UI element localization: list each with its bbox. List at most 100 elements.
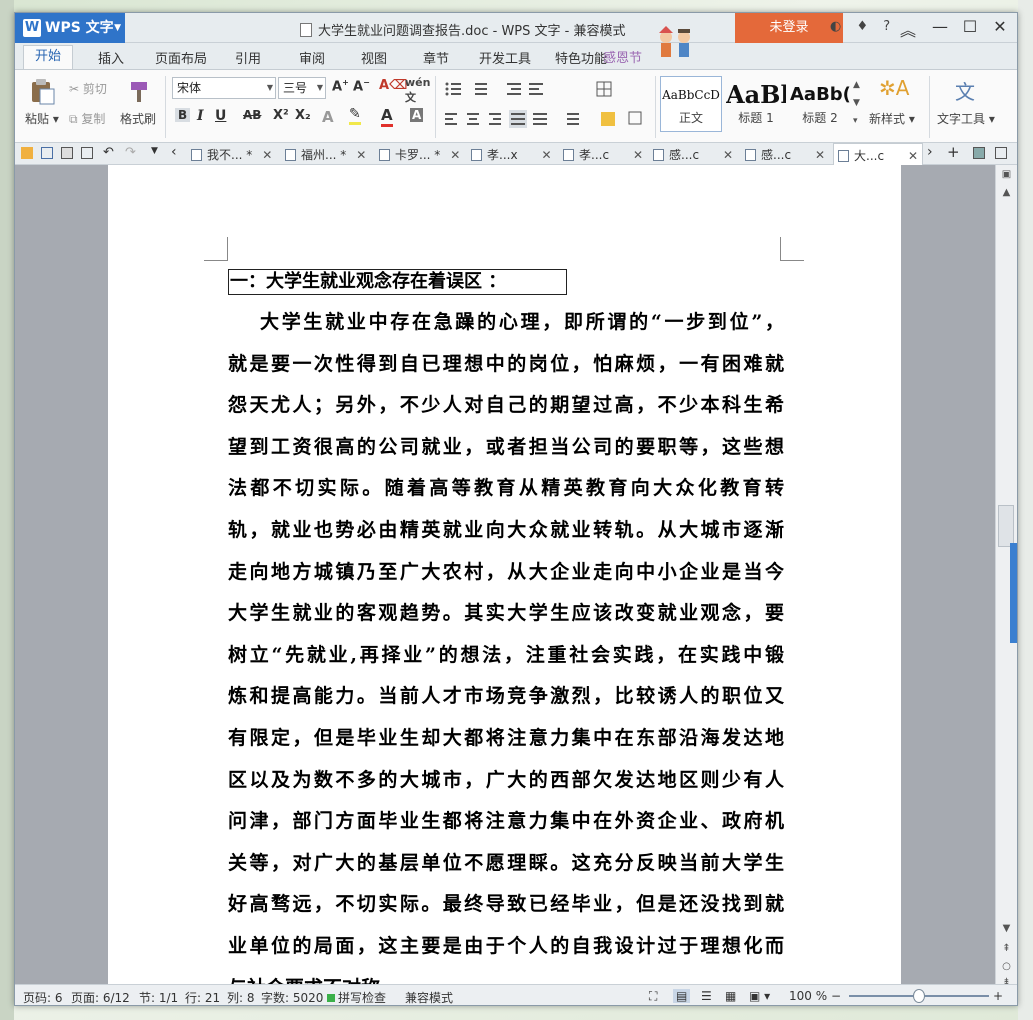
tab-home[interactable]: 开始 xyxy=(23,45,73,69)
save-icon[interactable] xyxy=(41,147,53,159)
prev-page-icon[interactable]: ⇞ xyxy=(996,943,1017,954)
zoom-out-icon[interactable]: − xyxy=(831,989,841,1003)
maximize-button[interactable]: ☐ xyxy=(959,17,981,36)
outline-view-icon[interactable]: ☰ xyxy=(701,989,712,1003)
close-tab-icon[interactable]: ✕ xyxy=(356,148,366,162)
grow-font-icon[interactable]: A+ xyxy=(332,78,349,94)
status-page[interactable]: 页面: 6/12 xyxy=(71,989,130,1005)
tab-scroll-right-icon[interactable]: › xyxy=(927,144,933,160)
reading-view-icon[interactable]: ▣ ▾ xyxy=(749,989,770,1003)
select-browse-icon[interactable]: ○ xyxy=(996,961,1017,972)
paste-icon[interactable] xyxy=(29,78,57,106)
section-heading[interactable]: 一：大学生就业观念存在着误区 ： xyxy=(228,269,567,295)
font-color-icon[interactable]: A xyxy=(381,106,393,127)
tab-chapter[interactable]: 章节 xyxy=(423,48,449,67)
bold-button[interactable]: B xyxy=(175,108,191,122)
new-tab-icon[interactable]: + xyxy=(947,143,960,161)
tab-review[interactable]: 审阅 xyxy=(299,48,325,67)
close-tab-icon[interactable]: ✕ xyxy=(815,148,825,162)
quick-access-dropdown-icon[interactable]: ▼ xyxy=(151,146,158,156)
tab-scroll-left-icon[interactable]: ‹ xyxy=(171,144,177,160)
open-folder-icon[interactable] xyxy=(21,147,33,159)
full-screen-icon[interactable]: ⛶ xyxy=(649,989,657,1004)
zoom-level[interactable]: 100 % xyxy=(789,989,827,1003)
redo-icon[interactable]: ↷ xyxy=(125,145,136,160)
tab-insert[interactable]: 插入 xyxy=(98,48,124,67)
spell-check-button[interactable]: 拼写检查 xyxy=(327,989,386,1005)
doc-tab[interactable]: 我不... * ✕ xyxy=(191,146,272,163)
document-page[interactable]: 一：大学生就业观念存在着误区 ： 大学生就业中存在急躁的心理，即所谓的“一步到位… xyxy=(108,165,901,999)
minimize-button[interactable]: — xyxy=(929,17,951,36)
status-word-count[interactable]: 字数: 5020 xyxy=(261,989,323,1005)
ruler-toggle-icon[interactable]: ▣ xyxy=(996,169,1017,180)
paste-button[interactable]: 粘贴 ▾ xyxy=(25,110,59,127)
close-tab-icon[interactable]: ✕ xyxy=(542,148,552,162)
format-painter-icon[interactable] xyxy=(125,78,153,106)
new-style-button[interactable]: 新样式 ▾ xyxy=(869,110,915,127)
styles-scroll[interactable]: ▲ ▼ ▾ xyxy=(853,76,860,130)
shrink-font-icon[interactable]: A− xyxy=(353,78,370,94)
font-family-select[interactable]: 宋体 ▼ xyxy=(172,77,276,99)
subscript-button[interactable]: X₂ xyxy=(295,108,311,123)
scroll-down-icon[interactable]: ▼ xyxy=(996,923,1017,934)
doc-tab[interactable]: 卡罗... * ✕ xyxy=(379,146,460,163)
paragraph-tools-icons[interactable] xyxy=(443,80,643,140)
doc-tab[interactable]: 感...c ✕ xyxy=(745,146,825,163)
close-tab-icon[interactable]: ✕ xyxy=(262,148,272,162)
text-tools-icon[interactable]: 文 xyxy=(955,76,975,105)
doc-tab[interactable]: 孝...x ✕ xyxy=(471,146,552,163)
app-menu-button[interactable]: W WPS 文字 ▼ xyxy=(15,13,125,43)
format-painter-button[interactable]: 格式刷 xyxy=(120,110,156,127)
char-shading-icon[interactable]: A xyxy=(410,108,424,122)
doc-tab[interactable]: 感...c ✕ xyxy=(653,146,733,163)
font-size-select[interactable]: 三号 ▼ xyxy=(278,77,326,99)
close-button[interactable]: ✕ xyxy=(989,17,1011,36)
pinyin-icon[interactable]: wén 文 xyxy=(405,76,430,105)
highlight-icon[interactable]: ✎ xyxy=(349,106,361,125)
style-heading-2[interactable]: AaBb( 标题 2 xyxy=(789,76,851,132)
clear-format-icon[interactable]: A⌫ xyxy=(379,78,407,93)
restore-doc-icon[interactable] xyxy=(995,147,1007,159)
body-paragraph[interactable]: 大学生就业中存在急躁的心理，即所谓的“一步到位”， 就是要一次性得到自已理想中的… xyxy=(228,308,784,1005)
zoom-slider-knob[interactable] xyxy=(913,989,925,1003)
scroll-up-icon[interactable]: ▲ xyxy=(996,187,1017,198)
doc-tab[interactable]: 孝...c ✕ xyxy=(563,146,643,163)
text-effect-icon[interactable]: A xyxy=(322,108,334,126)
shirt-icon[interactable]: ♦ xyxy=(856,19,868,34)
tab-special-features[interactable]: 特色功能 xyxy=(555,48,607,67)
help-icon[interactable]: ? xyxy=(883,19,890,34)
collapse-ribbon-button[interactable]: ︽ xyxy=(897,17,919,41)
strikethrough-button[interactable]: AB xyxy=(243,108,261,122)
style-heading-1[interactable]: AaBl 标题 1 xyxy=(725,76,787,132)
scrollbar-thumb[interactable] xyxy=(998,505,1014,547)
undo-icon[interactable]: ↶ xyxy=(103,145,114,160)
underline-button[interactable]: U xyxy=(215,108,226,124)
tab-developer[interactable]: 开发工具 xyxy=(479,48,531,67)
close-tab-icon[interactable]: ✕ xyxy=(633,148,643,162)
tab-view[interactable]: 视图 xyxy=(361,48,387,67)
zoom-in-icon[interactable]: + xyxy=(993,989,1003,1003)
doc-tab-active[interactable]: 大...c ✕ xyxy=(833,143,924,165)
style-normal[interactable]: AaBbCcD 正文 xyxy=(660,76,722,132)
web-view-icon[interactable]: ▦ xyxy=(725,989,736,1003)
tab-references[interactable]: 引用 xyxy=(235,48,261,67)
new-style-icon[interactable]: ✲A xyxy=(879,76,909,100)
doc-tab[interactable]: 福州... * ✕ xyxy=(285,146,366,163)
superscript-button[interactable]: X² xyxy=(273,108,289,123)
holiday-banner[interactable]: 感恩节 xyxy=(603,47,642,66)
cut-button[interactable]: ✂ 剪切 xyxy=(69,80,107,97)
close-tab-icon[interactable]: ✕ xyxy=(723,148,733,162)
print-icon[interactable] xyxy=(61,147,73,159)
copy-button[interactable]: ⧉ 复制 xyxy=(69,110,105,127)
side-panel-handle[interactable] xyxy=(1010,543,1017,643)
italic-button[interactable]: I xyxy=(197,108,204,124)
tab-list-icon[interactable] xyxy=(973,147,985,159)
print-preview-icon[interactable] xyxy=(81,147,93,159)
close-tab-icon[interactable]: ✕ xyxy=(450,148,460,162)
text-tools-button[interactable]: 文字工具 ▾ xyxy=(937,110,995,127)
close-tab-icon[interactable]: ✕ xyxy=(908,149,918,163)
page-view-icon[interactable]: ▤ xyxy=(673,989,691,1003)
skin-icon[interactable]: ◐ xyxy=(830,19,841,34)
font-size-value: 三号 xyxy=(283,81,308,95)
tab-page-layout[interactable]: 页面布局 xyxy=(155,48,207,67)
